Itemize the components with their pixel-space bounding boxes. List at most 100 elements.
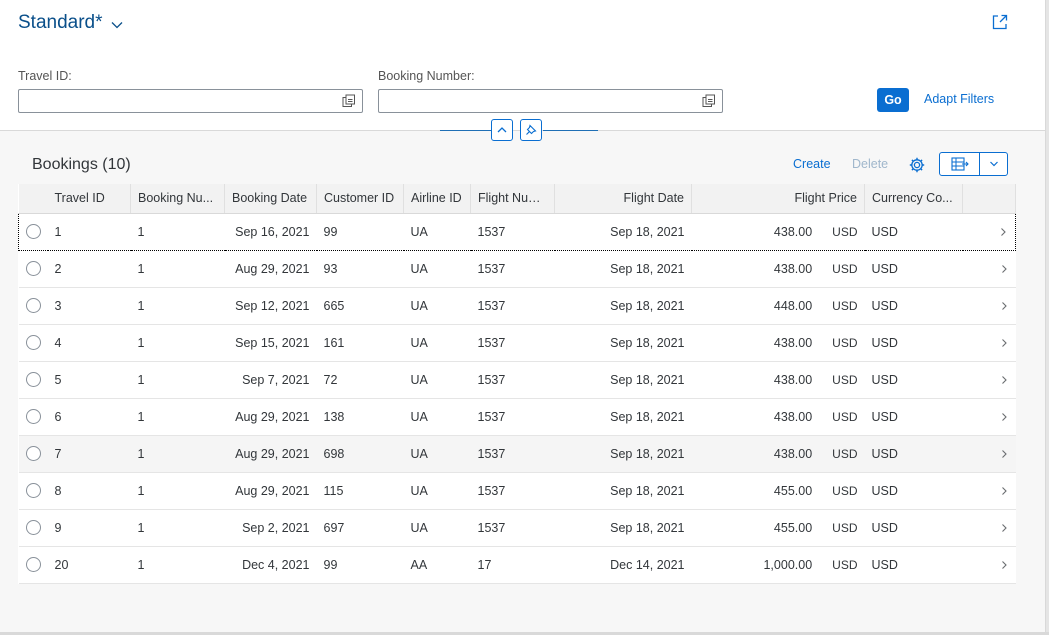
row-navigation-cell[interactable] xyxy=(962,435,1016,473)
row-radio-button[interactable] xyxy=(25,520,41,536)
row-radio-button[interactable] xyxy=(26,224,41,240)
row-radio-button[interactable] xyxy=(25,298,41,314)
share-icon[interactable] xyxy=(990,12,1010,32)
variant-title[interactable]: Standard* xyxy=(18,12,103,34)
create-button[interactable]: Create xyxy=(793,157,831,171)
table-row[interactable]: 8 1 Aug 29, 2021 115 UA 1537 Sep 18, 2021 455.0… xyxy=(18,472,1016,510)
booking-number-input[interactable] xyxy=(385,91,695,111)
chevron-down-icon[interactable] xyxy=(111,19,123,31)
chevron-right-icon[interactable] xyxy=(999,338,1009,348)
chevron-right-icon[interactable] xyxy=(999,523,1009,533)
table-header-row: Travel ID Booking Nu... Booking Date Cus… xyxy=(18,184,1016,214)
row-select-cell[interactable] xyxy=(18,212,48,251)
filter-booking-number: Booking Number: xyxy=(378,69,723,113)
chevron-right-icon[interactable] xyxy=(999,560,1009,570)
customer-id-cell: 93 xyxy=(316,250,404,288)
column-header-currency-code[interactable]: Currency Co... xyxy=(864,184,963,214)
booking-date-cell: Sep 7, 2021 xyxy=(224,361,317,399)
row-select-cell[interactable] xyxy=(18,546,48,584)
flight-date-cell: Sep 18, 2021 xyxy=(554,509,692,547)
flight-price-cell: 1,000.00 USD xyxy=(691,546,865,584)
value-help-icon[interactable] xyxy=(342,94,356,108)
row-navigation-cell[interactable] xyxy=(962,250,1016,288)
table-row[interactable]: 4 1 Sep 15, 2021 161 UA 1537 Sep 18, 2021 438.0… xyxy=(18,324,1016,362)
row-radio-button[interactable] xyxy=(25,261,41,277)
travel-id-input[interactable] xyxy=(25,91,335,111)
row-navigation-cell[interactable] xyxy=(962,398,1016,436)
adapt-filters-link[interactable]: Adapt Filters xyxy=(924,92,994,106)
row-select-cell[interactable] xyxy=(18,250,48,288)
table-row[interactable]: 9 1 Sep 2, 2021 697 UA 1537 Sep 18, 2021 455.00… xyxy=(18,509,1016,547)
flight-price-currency: USD xyxy=(832,372,858,387)
table-row[interactable]: 6 1 Aug 29, 2021 138 UA 1537 Sep 18, 2021 438.0… xyxy=(18,398,1016,436)
chevron-right-icon[interactable] xyxy=(999,264,1009,274)
collapse-header-button[interactable] xyxy=(491,119,513,141)
row-radio-button[interactable] xyxy=(25,372,41,388)
row-select-cell[interactable] xyxy=(18,509,48,547)
table-row[interactable]: 3 1 Sep 12, 2021 665 UA 1537 Sep 18, 2021 448.0… xyxy=(18,287,1016,325)
column-header-flight-price[interactable]: Flight Price xyxy=(691,184,865,214)
value-help-icon[interactable] xyxy=(702,94,716,108)
currency-code-cell: USD xyxy=(864,546,963,584)
chevron-right-icon[interactable] xyxy=(999,375,1009,385)
row-navigation-cell[interactable] xyxy=(962,546,1016,584)
chevron-right-icon[interactable] xyxy=(998,227,1008,237)
column-header-booking-number[interactable]: Booking Nu... xyxy=(130,184,225,214)
row-radio-button[interactable] xyxy=(25,409,41,425)
table-row[interactable]: 2 1 Aug 29, 2021 93 UA 1537 Sep 18, 2021 438.00… xyxy=(18,250,1016,288)
row-select-cell[interactable] xyxy=(18,324,48,362)
airline-id-cell: UA xyxy=(403,324,471,362)
airline-id-cell: UA xyxy=(403,361,471,399)
flight-price-amount: 438.00 xyxy=(773,446,813,461)
flight-price-currency: USD xyxy=(832,483,858,498)
table-row[interactable]: 1 1 Sep 16, 2021 99 UA 1537 Sep 18, 2021 438.00… xyxy=(18,212,1016,251)
row-select-cell[interactable] xyxy=(18,472,48,510)
column-header-flight-date[interactable]: Flight Date xyxy=(554,184,692,214)
row-select-cell[interactable] xyxy=(18,361,48,399)
row-radio-button[interactable] xyxy=(25,483,41,499)
chevron-right-icon[interactable] xyxy=(999,449,1009,459)
flight-price-currency: USD xyxy=(832,261,858,276)
flight-number-cell: 1537 xyxy=(470,472,555,510)
table-row[interactable]: 7 1 Aug 29, 2021 698 UA 1537 Sep 18, 2021 438.0… xyxy=(18,435,1016,473)
column-header-airline-id[interactable]: Airline ID xyxy=(403,184,471,214)
pin-header-button[interactable] xyxy=(520,119,542,141)
currency-code-cell: USD xyxy=(864,324,963,362)
export-dropdown-button[interactable] xyxy=(980,153,1007,175)
export-button[interactable] xyxy=(940,153,980,175)
variant-selector[interactable]: Standard* xyxy=(18,12,123,34)
column-header-flight-number[interactable]: Flight Num... xyxy=(470,184,555,214)
row-navigation-cell[interactable] xyxy=(962,509,1016,547)
row-navigation-cell[interactable] xyxy=(962,472,1016,510)
row-navigation-cell[interactable] xyxy=(962,287,1016,325)
table-title: Bookings (10) xyxy=(32,156,131,173)
customer-id-cell: 698 xyxy=(316,435,404,473)
export-menu-button xyxy=(939,152,1008,176)
gear-icon[interactable] xyxy=(908,156,926,174)
booking-number-field[interactable] xyxy=(378,89,723,113)
chevron-right-icon[interactable] xyxy=(999,301,1009,311)
delete-button[interactable]: Delete xyxy=(852,157,888,171)
row-navigation-cell[interactable] xyxy=(962,324,1016,362)
booking-number-cell: 1 xyxy=(130,324,225,362)
filter-travel-id: Travel ID: xyxy=(18,69,363,113)
column-header-booking-date[interactable]: Booking Date xyxy=(224,184,317,214)
flight-price-cell: 455.00 USD xyxy=(691,509,865,547)
travel-id-field[interactable] xyxy=(18,89,363,113)
row-radio-button[interactable] xyxy=(25,335,41,351)
row-select-cell[interactable] xyxy=(18,287,48,325)
go-button[interactable]: Go xyxy=(877,88,909,112)
booking-date-cell: Sep 16, 2021 xyxy=(224,212,317,251)
row-radio-button[interactable] xyxy=(25,557,41,573)
row-navigation-cell[interactable] xyxy=(962,212,1016,251)
chevron-right-icon[interactable] xyxy=(999,486,1009,496)
row-navigation-cell[interactable] xyxy=(962,361,1016,399)
column-header-customer-id[interactable]: Customer ID xyxy=(316,184,404,214)
table-row[interactable]: 5 1 Sep 7, 2021 72 UA 1537 Sep 18, 2021 438.00 U… xyxy=(18,361,1016,399)
row-radio-button[interactable] xyxy=(25,446,41,462)
chevron-right-icon[interactable] xyxy=(999,412,1009,422)
row-select-cell[interactable] xyxy=(18,435,48,473)
table-row[interactable]: 20 1 Dec 4, 2021 99 AA 17 Dec 14, 2021 1,000.00… xyxy=(18,546,1016,584)
row-select-cell[interactable] xyxy=(18,398,48,436)
column-header-travel-id[interactable]: Travel ID xyxy=(47,184,131,214)
